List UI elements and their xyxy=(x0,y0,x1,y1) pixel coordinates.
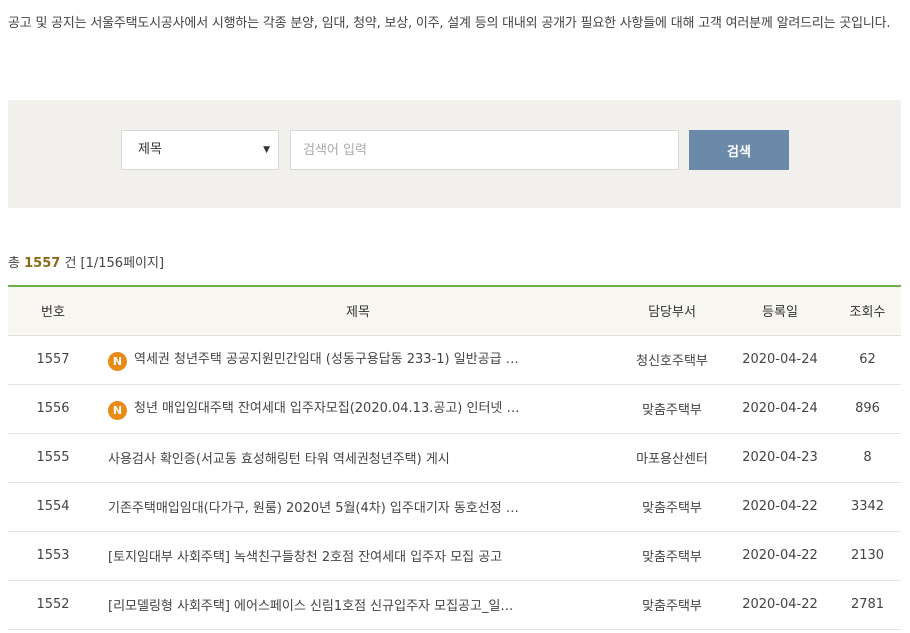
header-views: 조회수 xyxy=(834,285,901,336)
row-number: 1553 xyxy=(8,531,98,581)
row-title-cell[interactable]: [리모델링형 사회주택] 에어스페이스 신림1호점 신규입주자 모집공고_일… xyxy=(98,580,618,630)
row-views: 2130 xyxy=(834,531,901,581)
row-title-link[interactable]: 역세권 청년주택 공공지원민간임대 (성동구용답동 233-1) 일반공급 … xyxy=(134,352,519,367)
table-header-row: 번호 제목 담당부서 등록일 조회수 xyxy=(8,285,901,336)
new-badge-icon: N xyxy=(108,352,127,371)
summary-prefix: 총 xyxy=(8,256,20,271)
header-title: 제목 xyxy=(98,285,618,336)
row-title-cell[interactable]: 사용검사 확인증(서교동 효성해링턴 타워 역세권청년주택) 게시 xyxy=(98,433,618,483)
table-row[interactable]: 1553 [토지임대부 사회주택] 녹색친구들창천 2호점 잔여세대 입주자 모집… xyxy=(8,531,901,581)
search-field-select[interactable]: 제목 ▼ xyxy=(121,130,279,170)
row-dept: 맞춤주택부 xyxy=(618,531,726,581)
row-views: 62 xyxy=(834,335,901,385)
page-intro-text: 공고 및 공지는 서울주택도시공사에서 시행하는 각종 분양, 임대, 청약, … xyxy=(8,16,891,31)
chevron-down-icon: ▼ xyxy=(263,145,270,155)
row-date: 2020-04-22 xyxy=(726,580,834,630)
row-date: 2020-04-22 xyxy=(726,531,834,581)
row-title-cell[interactable]: N 청년 매입임대주택 잔여세대 입주자모집(2020.04.13.공고) 인터넷… xyxy=(98,384,618,434)
row-views: 8 xyxy=(834,433,901,483)
header-dept: 담당부서 xyxy=(618,285,726,336)
search-panel: 제목 ▼ 검색 xyxy=(8,100,901,208)
header-no: 번호 xyxy=(8,285,98,336)
row-title-cell[interactable]: N 역세권 청년주택 공공지원민간임대 (성동구용답동 233-1) 일반공급 … xyxy=(98,335,618,385)
table-row[interactable]: 1555 사용검사 확인증(서교동 효성해링턴 타워 역세권청년주택) 게시 마포용… xyxy=(8,433,901,483)
search-field-value: 제목 xyxy=(138,142,162,157)
table-row[interactable]: 1556 N 청년 매입임대주택 잔여세대 입주자모집(2020.04.13.공고)… xyxy=(8,384,901,434)
page-info: [1/156페이지] xyxy=(80,256,165,271)
row-views: 2781 xyxy=(834,580,901,630)
row-title-link[interactable]: [리모델링형 사회주택] 에어스페이스 신림1호점 신규입주자 모집공고_일… xyxy=(108,599,513,614)
row-date: 2020-04-24 xyxy=(726,335,834,385)
summary-unit: 건 xyxy=(64,256,77,271)
row-number: 1555 xyxy=(8,433,98,483)
table-row[interactable]: 1557 N 역세권 청년주택 공공지원민간임대 (성동구용답동 233-1) 일반… xyxy=(8,335,901,385)
result-summary: 총 1557 건 [1/156페이지] xyxy=(8,252,164,271)
notice-table: 번호 제목 담당부서 등록일 조회수 1557 N 역세권 청년주택 공공지원민간임… xyxy=(8,285,901,630)
row-title-link[interactable]: 기존주택매입임대(다가구, 원룸) 2020년 5월(4차) 입주대기자 동호선… xyxy=(108,501,519,516)
row-date: 2020-04-23 xyxy=(726,433,834,483)
row-number: 1557 xyxy=(8,335,98,385)
new-badge-icon: N xyxy=(108,401,127,420)
row-title-link[interactable]: 사용검사 확인증(서교동 효성해링턴 타워 역세권청년주택) 게시 xyxy=(108,452,450,467)
row-number: 1552 xyxy=(8,580,98,630)
row-views: 3342 xyxy=(834,482,901,532)
row-dept: 맞춤주택부 xyxy=(618,384,726,434)
row-title-link[interactable]: 청년 매입임대주택 잔여세대 입주자모집(2020.04.13.공고) 인터넷 … xyxy=(134,401,520,416)
row-dept: 맞춤주택부 xyxy=(618,482,726,532)
row-title-link[interactable]: [토지임대부 사회주택] 녹색친구들창천 2호점 잔여세대 입주자 모집 공고 xyxy=(108,550,502,565)
row-dept: 마포용산센터 xyxy=(618,433,726,483)
total-count: 1557 xyxy=(24,256,61,271)
row-title-cell[interactable]: 기존주택매입임대(다가구, 원룸) 2020년 5월(4차) 입주대기자 동호선… xyxy=(98,482,618,532)
row-title-cell[interactable]: [토지임대부 사회주택] 녹색친구들창천 2호점 잔여세대 입주자 모집 공고 xyxy=(98,531,618,581)
row-dept: 맞춤주택부 xyxy=(618,580,726,630)
table-row[interactable]: 1554 기존주택매입임대(다가구, 원룸) 2020년 5월(4차) 입주대기자… xyxy=(8,482,901,532)
row-date: 2020-04-22 xyxy=(726,482,834,532)
search-input[interactable] xyxy=(290,130,679,170)
search-button[interactable]: 검색 xyxy=(689,130,789,170)
row-date: 2020-04-24 xyxy=(726,384,834,434)
row-number: 1554 xyxy=(8,482,98,532)
table-row[interactable]: 1552 [리모델링형 사회주택] 에어스페이스 신림1호점 신규입주자 모집공고… xyxy=(8,580,901,630)
row-dept: 청신호주택부 xyxy=(618,335,726,385)
row-number: 1556 xyxy=(8,384,98,434)
row-views: 896 xyxy=(834,384,901,434)
header-date: 등록일 xyxy=(726,285,834,336)
